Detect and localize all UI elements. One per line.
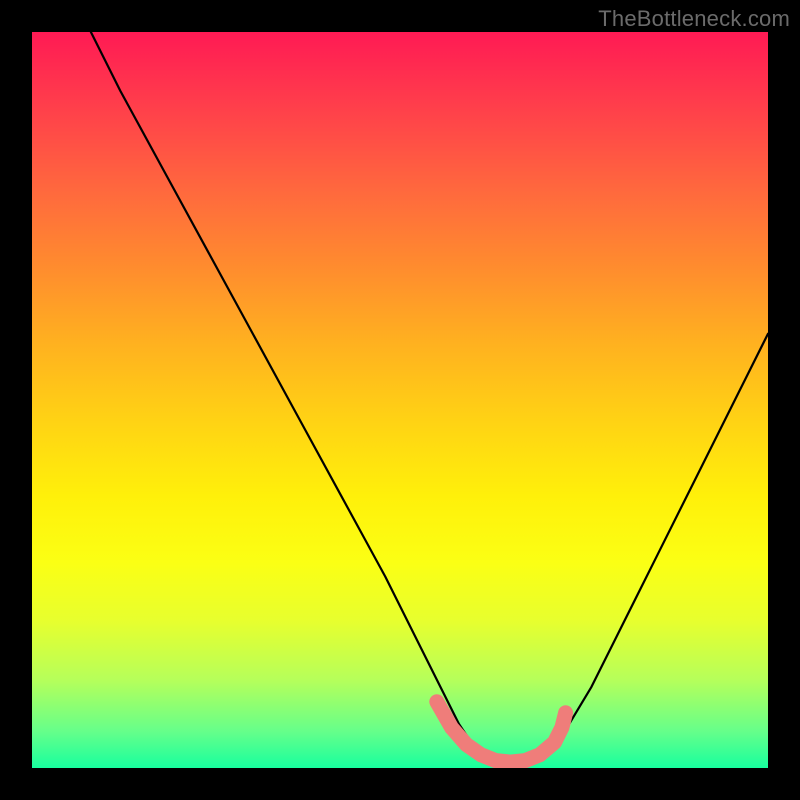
watermark-text: TheBottleneck.com bbox=[598, 6, 790, 32]
chart-svg bbox=[32, 32, 768, 768]
plot-area bbox=[32, 32, 768, 768]
black-curve bbox=[91, 32, 768, 764]
chart-frame: TheBottleneck.com bbox=[0, 0, 800, 800]
pink-band bbox=[437, 702, 566, 762]
